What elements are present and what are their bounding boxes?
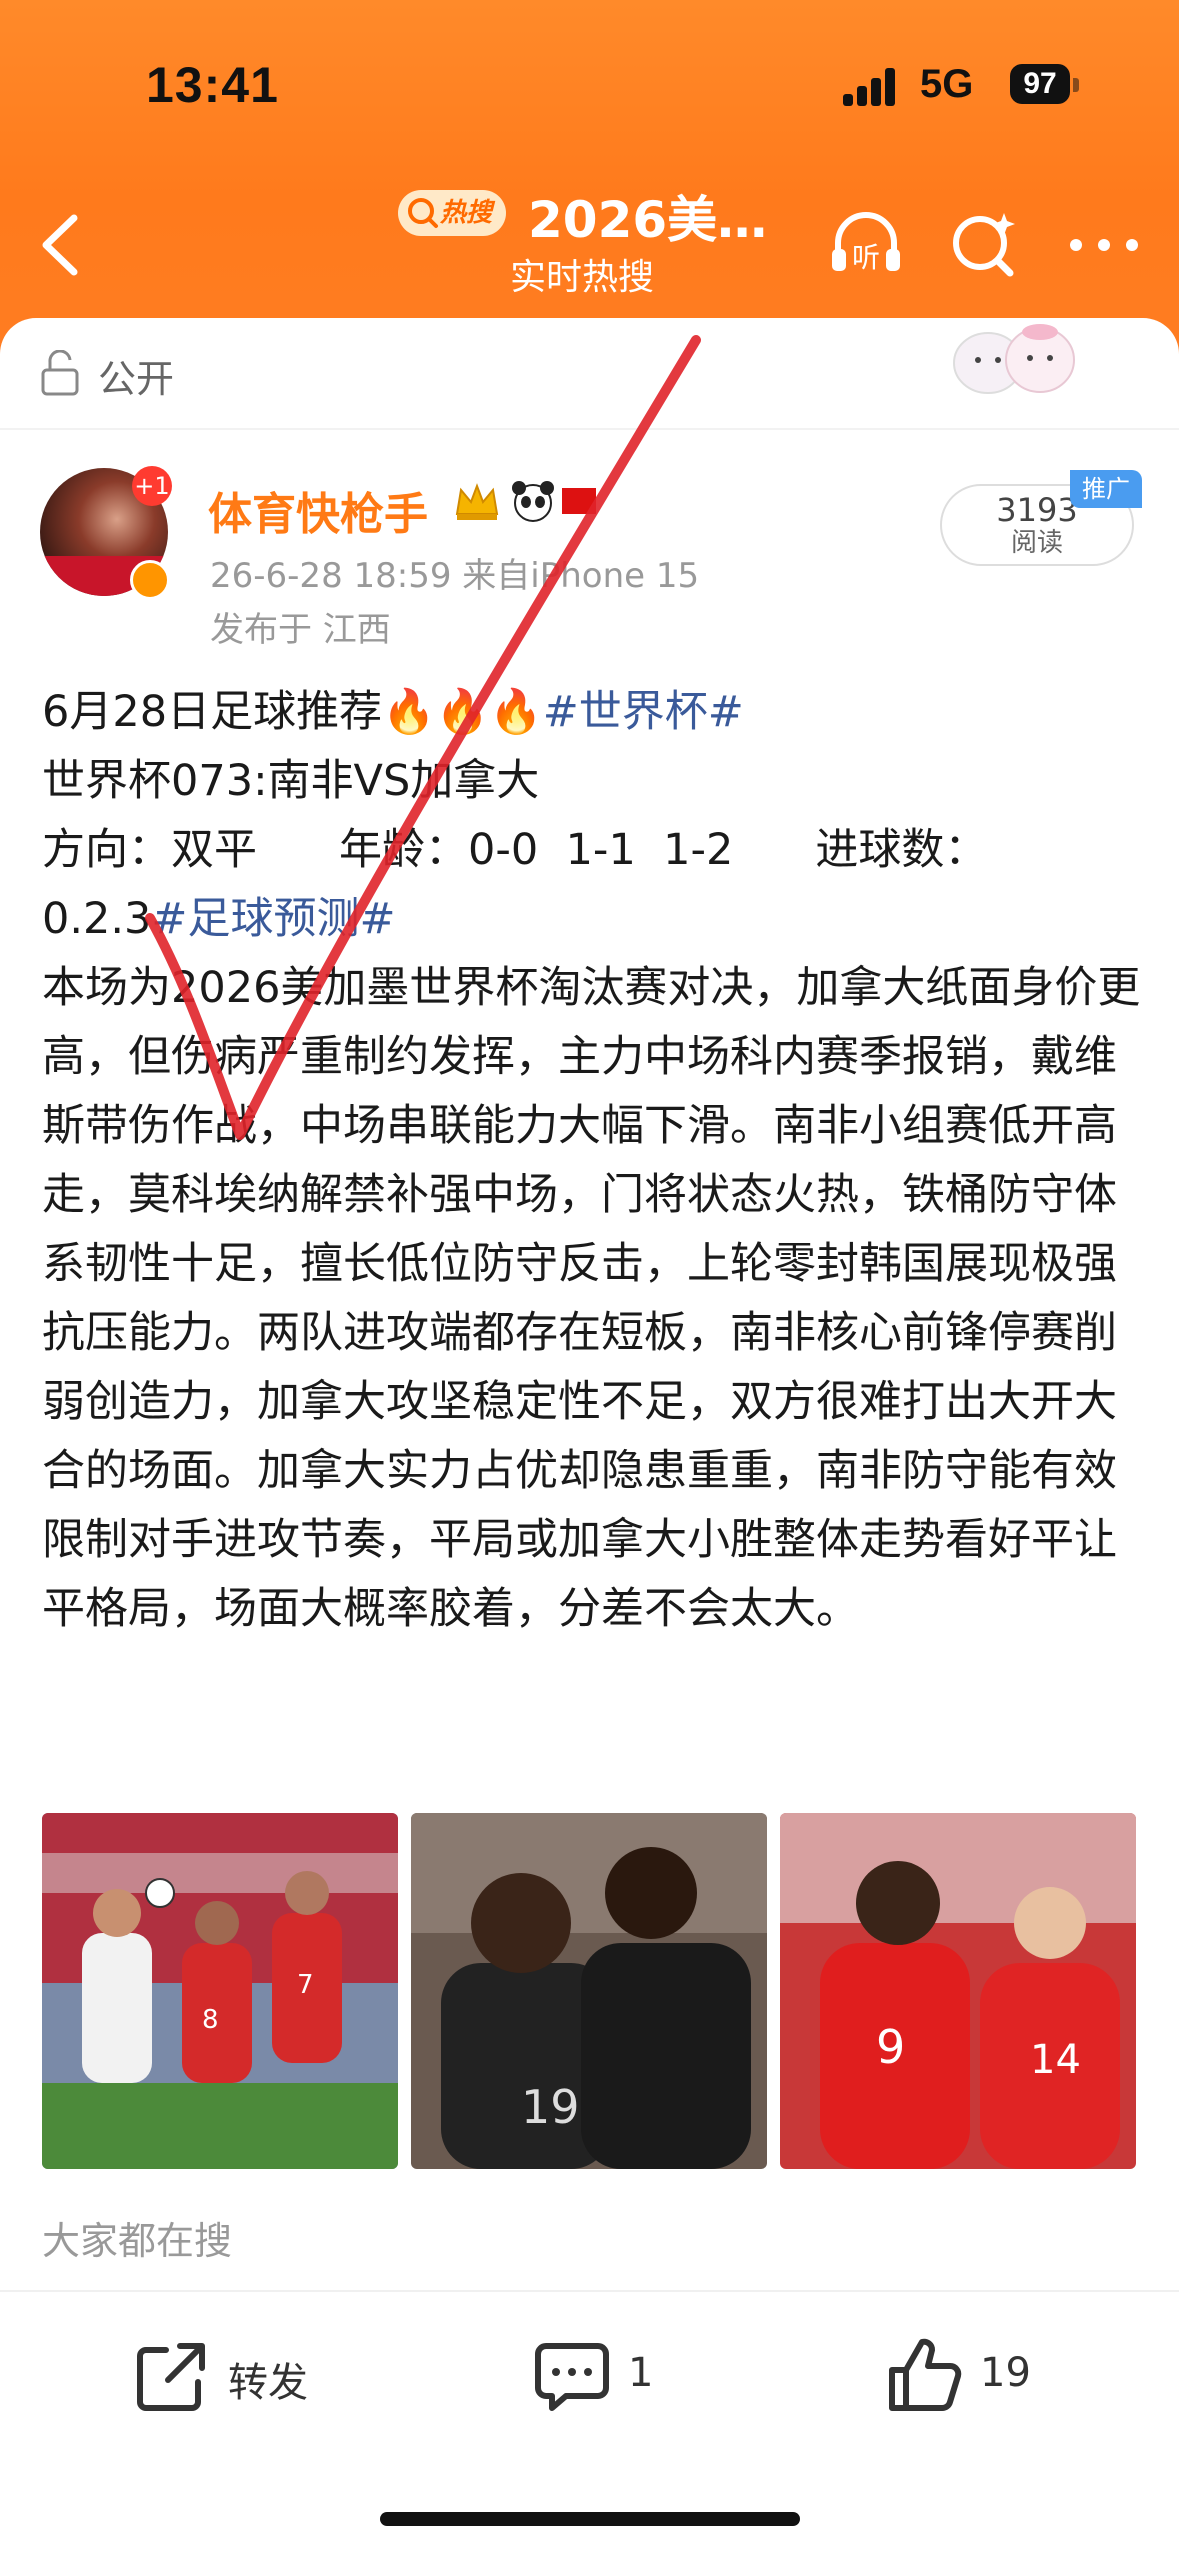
status-time: 13:41	[146, 57, 279, 113]
comment-count: 1	[628, 2350, 654, 2396]
svg-text:听: 听	[852, 241, 880, 274]
flag-icon	[562, 488, 596, 514]
jersey-number: 7	[297, 1970, 314, 2000]
panda-icon	[512, 481, 554, 522]
post-line-1: 6月28日足球推荐🔥🔥🔥#世界杯#	[42, 678, 1142, 747]
lock-icon	[41, 350, 79, 396]
search-sparkle-icon	[953, 213, 1015, 277]
author-name[interactable]: 体育快枪手	[208, 478, 428, 542]
home-indicator	[380, 2512, 800, 2526]
hot-search-icon	[408, 198, 438, 228]
page-subtitle: 实时热搜	[510, 257, 655, 298]
repost-label: 转发	[228, 2360, 308, 2406]
thumbs-up-icon	[889, 2338, 962, 2411]
notification-badge: +1	[132, 466, 172, 506]
match-photo-2: 19	[411, 1813, 767, 2169]
divider	[0, 2290, 1179, 2292]
listen-icon: 听	[832, 212, 900, 274]
battery-icon: 97	[1010, 64, 1070, 104]
jersey-number: 14	[1030, 2037, 1081, 2083]
comment-button[interactable]: 1	[532, 2330, 672, 2420]
verified-icon	[130, 560, 170, 600]
trending-section-label: 大家都在搜	[42, 2219, 233, 2263]
post-date-device: 26-6-28 18:59 来自iPhone 15	[210, 556, 700, 596]
repost-button[interactable]: 转发	[132, 2330, 362, 2420]
jersey-number: 19	[521, 2080, 580, 2134]
more-icon	[1070, 239, 1138, 251]
photo-grid: 8 7 19 9 14	[42, 1813, 1136, 2169]
post-line-3: 方向：双平 年龄：0-0 1-1 1-2 进球数：	[42, 825, 988, 875]
jersey-number: 8	[202, 2005, 219, 2035]
jersey-number: 9	[876, 2020, 905, 2074]
match-photo-1: 8 7	[42, 1813, 398, 2169]
back-arrow-icon	[42, 214, 78, 276]
post-content: 6月28日足球推荐🔥🔥🔥#世界杯# 世界杯073:南非VS加拿大 方向：双平 年…	[42, 678, 1142, 1644]
like-count: 19	[980, 2350, 1031, 2396]
photo-2[interactable]: 19	[411, 1813, 767, 2169]
more-button[interactable]	[1060, 205, 1150, 285]
crown-icon	[455, 483, 499, 520]
like-button[interactable]: 19	[884, 2330, 1044, 2420]
status-bar: 13:41 5G 97	[0, 0, 1179, 170]
listen-button[interactable]: 听	[826, 205, 906, 285]
signal-icon	[843, 66, 905, 106]
hot-search-badge: 热搜	[398, 190, 506, 236]
share-icon	[137, 2343, 205, 2411]
divider	[0, 428, 1179, 430]
hashtag-world-cup[interactable]: #世界杯#	[543, 687, 744, 737]
search-button[interactable]	[944, 205, 1024, 285]
photo-1[interactable]: 8 7	[42, 1813, 398, 2169]
battery-tip	[1073, 78, 1079, 92]
visibility-label[interactable]: 公开	[98, 348, 174, 403]
hashtag-football-prediction[interactable]: #足球预测#	[151, 894, 395, 944]
photo-3[interactable]: 9 14	[780, 1813, 1136, 2169]
promo-badge: 推广	[1070, 470, 1142, 508]
post-body: 本场为2026美加墨世界杯淘汰赛对决，加拿大纸面身价更高，但伤病严重制约发挥，主…	[42, 963, 1141, 1634]
post-location: 发布于 江西	[210, 610, 391, 650]
page-title[interactable]: 2026美…	[528, 180, 767, 252]
match-photo-3: 9 14	[780, 1813, 1136, 2169]
post-heading: 6月28日足球推荐	[42, 687, 383, 737]
post-line-4: 0.2.3#足球预测#	[42, 885, 1142, 954]
network-type: 5G	[920, 62, 974, 106]
hot-badge-label: 热搜	[439, 198, 492, 228]
post-line-2: 世界杯073:南非VS加拿大	[42, 756, 540, 806]
fire-icon: 🔥🔥🔥	[382, 687, 543, 737]
cute-sticker-icon	[953, 324, 1075, 394]
goal-counts: 0.2.3	[42, 894, 152, 944]
read-label: 阅读	[1010, 528, 1063, 558]
comment-icon	[535, 2343, 609, 2411]
back-button[interactable]	[24, 200, 104, 290]
